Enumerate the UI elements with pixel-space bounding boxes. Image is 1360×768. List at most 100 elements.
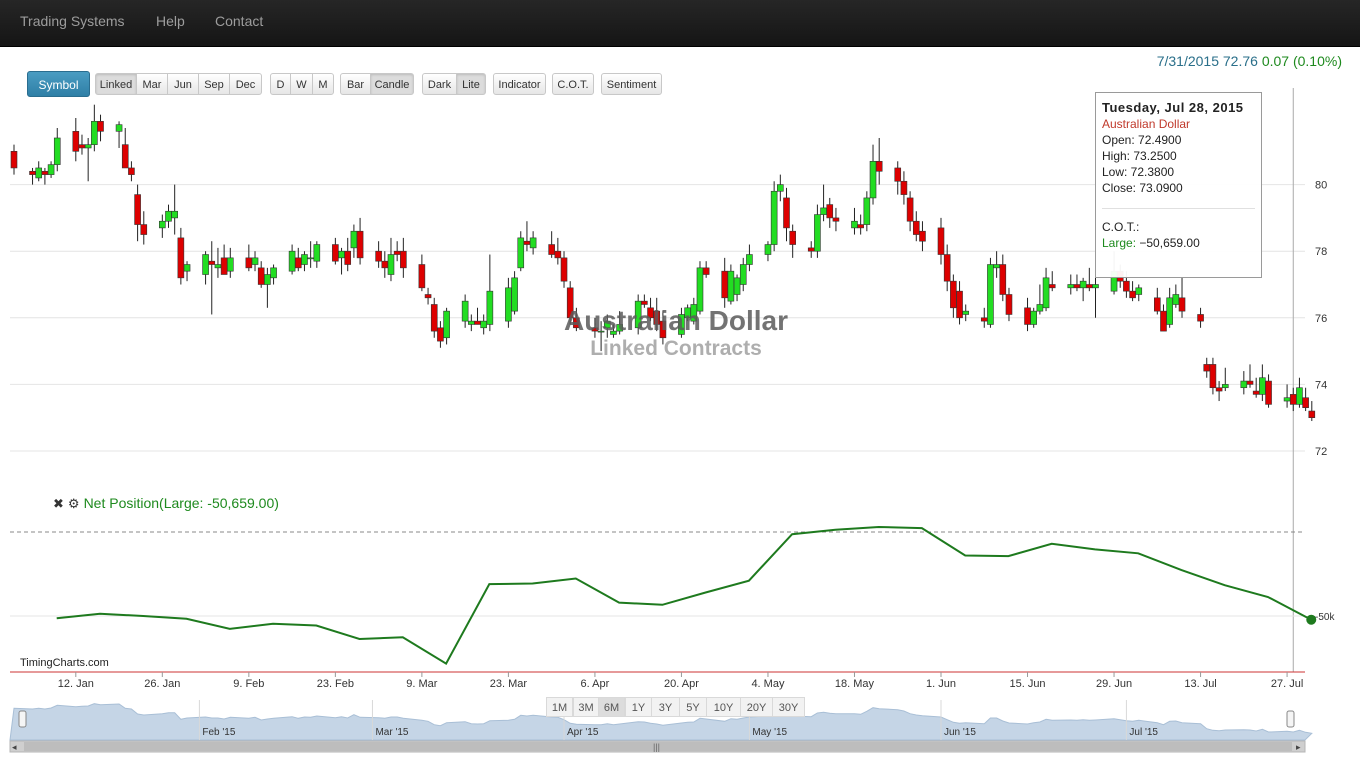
candle-body <box>962 310 970 315</box>
candle-body <box>1036 304 1044 312</box>
close-icon[interactable]: ✖ <box>53 496 64 511</box>
candle-body <box>140 224 148 235</box>
range-1m-button[interactable]: 1M <box>546 697 573 717</box>
candle-body <box>511 277 518 312</box>
candle-body <box>999 264 1007 295</box>
indicator-header: ✖ ⚙ Net Position(Large: -50,659.00) <box>53 495 279 512</box>
candle-body <box>350 230 358 249</box>
range-30y-button[interactable]: 30Y <box>772 697 805 717</box>
x-tick-label: 12. Jan <box>58 678 94 690</box>
candle-body <box>1135 287 1143 295</box>
tooltip-date: Tuesday, Jul 28, 2015 <box>1102 100 1244 115</box>
candle-body <box>1042 277 1050 309</box>
site-credit[interactable]: TimingCharts.com <box>20 657 109 669</box>
candle-body <box>1129 290 1136 299</box>
candle-body <box>381 260 389 269</box>
scroll-right-arrow-icon: ▸ <box>1296 742 1301 752</box>
candle-body <box>937 227 945 255</box>
range-5y-button[interactable]: 5Y <box>679 697 707 717</box>
candle-body <box>1172 294 1180 305</box>
candle-body <box>115 124 123 132</box>
candle-body <box>912 220 920 235</box>
candle-body <box>183 264 191 272</box>
candle-body <box>993 264 1000 269</box>
navigator-right-handle <box>1286 710 1295 728</box>
candle-body <box>1283 397 1291 402</box>
candle-body <box>1252 390 1260 395</box>
x-tick-label: 9. Feb <box>233 678 264 690</box>
y-tick-label: 76 <box>1315 313 1327 325</box>
candle-body <box>616 324 623 332</box>
candle-body <box>294 257 302 269</box>
candle-body <box>684 307 691 319</box>
candle-body <box>35 167 43 179</box>
candle-body <box>72 131 80 152</box>
candle-body <box>171 210 178 219</box>
candle-body <box>548 244 555 255</box>
candle-body <box>826 204 834 219</box>
gear-icon[interactable]: ⚙ <box>68 496 80 511</box>
candle-body <box>78 144 86 149</box>
candle-body <box>560 257 568 282</box>
candle-body <box>770 190 778 245</box>
x-tick-label: 26. Jan <box>144 678 180 690</box>
candle-body <box>251 257 259 265</box>
range-10y-button[interactable]: 10Y <box>706 697 741 717</box>
candle-body <box>566 287 574 319</box>
candle-body <box>591 327 599 332</box>
candle-body <box>468 320 475 325</box>
candle-body <box>264 274 271 285</box>
navigator-month-label: Feb '15 <box>202 727 235 738</box>
candle-body <box>437 327 444 342</box>
candle-body <box>1197 314 1204 322</box>
x-tick-label: 23. Feb <box>317 678 354 690</box>
candle-body <box>529 237 537 249</box>
candle-body <box>128 167 135 175</box>
candle-body <box>721 270 729 299</box>
candle-body <box>523 240 531 245</box>
range-3m-button[interactable]: 3M <box>573 697 599 717</box>
candle-body <box>746 254 753 265</box>
candle-body <box>307 257 314 260</box>
candle-body <box>980 317 988 322</box>
y-tick-label: 80 <box>1315 180 1327 192</box>
candle-body <box>807 247 815 252</box>
cot-last-point <box>1306 614 1317 625</box>
candle-body <box>659 320 667 339</box>
candle-body <box>1048 284 1056 289</box>
y-tick-label: 74 <box>1315 379 1327 391</box>
candle-body <box>943 254 951 282</box>
candle-body <box>430 304 438 332</box>
candle-body <box>53 137 61 165</box>
range-3y-button[interactable]: 3Y <box>651 697 680 717</box>
candle-body <box>344 250 352 265</box>
range-20y-button[interactable]: 20Y <box>740 697 773 717</box>
candle-body <box>733 277 741 295</box>
candle-body <box>869 160 877 199</box>
candle-body <box>177 237 185 279</box>
candle-body <box>1092 284 1099 289</box>
candle-body <box>820 207 827 215</box>
candle-body <box>1209 364 1217 389</box>
candle-body <box>400 250 407 269</box>
candle-body <box>10 151 18 169</box>
navigator-month-label: Apr '15 <box>567 727 599 738</box>
range-6m-button[interactable]: 6M <box>598 697 625 717</box>
candle-body <box>41 170 49 175</box>
candle-body <box>1160 310 1167 332</box>
candle-body <box>474 320 481 325</box>
candle-body <box>950 280 957 309</box>
candle-body <box>97 121 104 132</box>
candle-body <box>121 144 129 169</box>
candle-body <box>220 257 228 275</box>
x-tick-label: 6. Apr <box>581 678 610 690</box>
x-tick-label: 29. Jun <box>1096 678 1132 690</box>
candle-body <box>906 197 914 222</box>
candle-body <box>739 264 747 285</box>
candle-body <box>702 267 710 275</box>
x-tick-label: 27. Jul <box>1271 678 1303 690</box>
range-1y-button[interactable]: 1Y <box>625 697 652 717</box>
candle-body <box>393 250 401 255</box>
candle-body <box>288 250 296 272</box>
candle-body <box>1086 284 1093 289</box>
